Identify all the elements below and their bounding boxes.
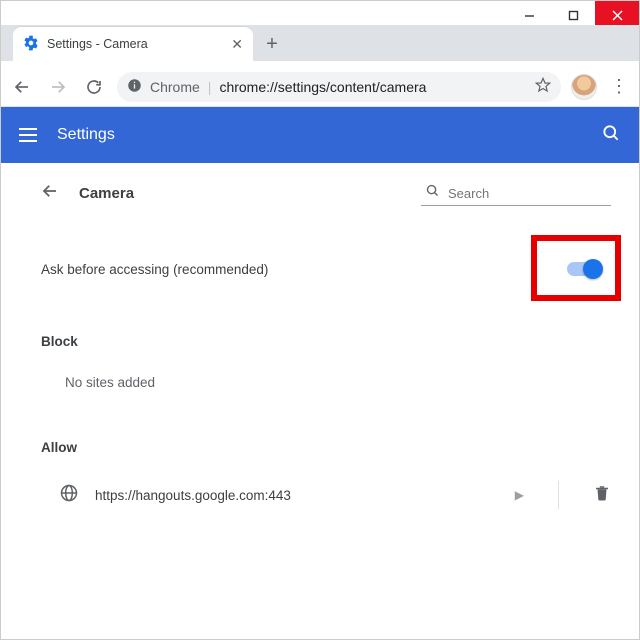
back-arrow-icon[interactable] xyxy=(41,182,59,205)
app-title: Settings xyxy=(57,126,115,144)
address-url: chrome://settings/content/camera xyxy=(219,79,426,95)
profile-avatar[interactable] xyxy=(571,74,597,100)
tab-title: Settings - Camera xyxy=(47,37,148,51)
browser-menu-button[interactable]: ⋮ xyxy=(607,76,631,97)
toggle-label: Ask before accessing (recommended) xyxy=(41,262,268,277)
trash-icon[interactable] xyxy=(593,484,611,507)
nav-reload-button[interactable] xyxy=(81,74,107,100)
address-separator: | xyxy=(208,79,212,95)
block-section-label: Block xyxy=(41,334,611,349)
chevron-right-icon[interactable]: ▶ xyxy=(515,488,524,502)
site-info-icon[interactable] xyxy=(127,78,142,96)
block-empty-text: No sites added xyxy=(65,375,611,390)
nav-forward-button[interactable] xyxy=(45,74,71,100)
site-url: https://hangouts.google.com:443 xyxy=(95,488,291,503)
settings-content: Camera Ask before accessing (recommended… xyxy=(1,163,639,527)
nav-back-button[interactable] xyxy=(9,74,35,100)
header-search-button[interactable] xyxy=(601,123,621,148)
browser-tab-strip: Settings - Camera ✕ + xyxy=(1,25,639,61)
globe-icon xyxy=(59,483,79,508)
content-search-box[interactable] xyxy=(421,181,611,206)
address-bar[interactable]: Chrome | chrome://settings/content/camer… xyxy=(117,72,561,102)
search-input[interactable] xyxy=(448,186,607,201)
annotation-highlight-box xyxy=(531,235,621,301)
sub-page-header: Camera xyxy=(41,181,611,206)
allow-section-label: Allow xyxy=(41,440,611,455)
address-scheme: Chrome xyxy=(150,79,200,95)
menu-icon[interactable] xyxy=(19,128,37,142)
gear-icon xyxy=(23,35,39,54)
allow-site-row[interactable]: https://hangouts.google.com:443 ▶ xyxy=(41,481,611,509)
new-tab-button[interactable]: + xyxy=(257,29,287,59)
divider xyxy=(558,481,559,509)
browser-tab[interactable]: Settings - Camera ✕ xyxy=(13,27,253,61)
page-title: Camera xyxy=(79,185,134,202)
settings-app-header: Settings xyxy=(1,107,639,163)
bookmark-star-icon[interactable] xyxy=(535,77,551,96)
browser-toolbar: Chrome | chrome://settings/content/camer… xyxy=(1,67,639,107)
close-icon[interactable]: ✕ xyxy=(231,36,243,53)
search-icon xyxy=(425,183,440,203)
ask-before-accessing-row: Ask before accessing (recommended) xyxy=(41,254,611,284)
